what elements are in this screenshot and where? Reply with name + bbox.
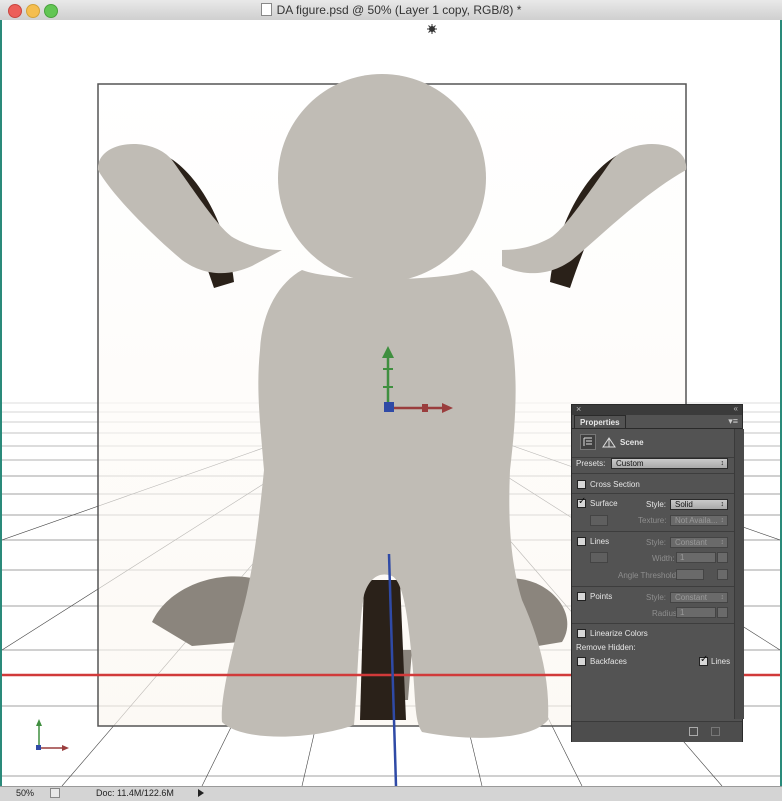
divider — [572, 473, 734, 474]
points-label: Points — [590, 592, 613, 601]
texture-label: Texture: — [638, 516, 667, 525]
points-style-dropdown[interactable]: Constant ↕ — [670, 592, 728, 603]
backfaces-label: Backfaces — [590, 657, 627, 666]
presets-dropdown[interactable]: Custom ↕ — [611, 458, 728, 469]
properties-panel[interactable]: × « Properties ▾≡ Scene Presets: Custom ↕… — [571, 404, 744, 742]
lines-width-label: Width: — [652, 554, 675, 563]
chevron-updown-icon: ↕ — [720, 517, 725, 524]
cross-section-label: Cross Section — [590, 480, 640, 489]
scene-label: Scene — [620, 438, 644, 447]
doc-size: Doc: 11.4M/122.6M — [96, 788, 174, 798]
divider — [572, 531, 734, 532]
tab-properties[interactable]: Properties — [574, 415, 626, 429]
axis-widget-icon[interactable] — [36, 719, 69, 751]
backfaces-checkbox[interactable] — [577, 657, 586, 666]
divider — [572, 586, 734, 587]
delete-icon[interactable] — [711, 727, 720, 736]
texture-value: Not Availa... — [675, 516, 718, 525]
points-style-label: Style: — [646, 593, 667, 602]
status-bar: 50% Doc: 11.4M/122.6M — [0, 786, 782, 801]
render-icon[interactable] — [689, 727, 698, 736]
panel-close-button[interactable]: × — [576, 404, 581, 414]
linearize-colors-checkbox[interactable] — [577, 629, 586, 638]
points-checkbox[interactable] — [577, 592, 586, 601]
presets-value: Custom — [616, 459, 644, 468]
title-bar: DA figure.psd @ 50% (Layer 1 copy, RGB/8… — [0, 0, 782, 21]
angle-threshold-field[interactable] — [676, 569, 704, 580]
texture-dropdown[interactable]: Not Availa... ↕ — [670, 515, 728, 526]
lines-width-stepper[interactable] — [717, 552, 728, 563]
lines-label: Lines — [590, 537, 610, 546]
points-style-value: Constant — [675, 593, 708, 602]
environment-icon[interactable] — [601, 434, 617, 450]
surface-style-label: Style: — [646, 500, 667, 509]
panel-scrollbar[interactable] — [734, 429, 744, 719]
panel-footer — [572, 721, 742, 742]
linearize-colors-label: Linearize Colors — [590, 629, 648, 638]
divider — [572, 623, 734, 624]
panel-collapse-button[interactable]: « — [734, 404, 738, 413]
surface-style-value: Solid — [675, 500, 693, 509]
panel-header: × « — [572, 404, 742, 415]
lines-width-field[interactable]: 1 — [676, 552, 716, 563]
hidden-lines-checkbox[interactable] — [699, 654, 708, 666]
chevron-updown-icon: ↕ — [720, 460, 725, 467]
lines-checkbox[interactable] — [577, 537, 586, 546]
surface-style-dropdown[interactable]: Solid ↕ — [670, 499, 728, 510]
points-radius-field[interactable]: 1 — [676, 607, 716, 618]
surface-label: Surface — [590, 499, 618, 508]
cross-section-checkbox[interactable] — [577, 480, 586, 489]
lines-color-swatch[interactable] — [590, 552, 608, 563]
window-title: DA figure.psd @ 50% (Layer 1 copy, RGB/8… — [276, 3, 522, 17]
lines-style-value: Constant — [675, 538, 708, 547]
angle-threshold-label: Angle Threshold: — [618, 571, 679, 580]
scene-icon[interactable] — [580, 434, 596, 450]
angle-threshold-stepper[interactable] — [717, 569, 728, 580]
lines-style-label: Style: — [646, 538, 667, 547]
export-icon[interactable] — [50, 788, 60, 798]
tab-divider — [572, 428, 742, 429]
document-canvas[interactable]: × « Properties ▾≡ Scene Presets: Custom ↕… — [0, 20, 782, 786]
remove-hidden-label: Remove Hidden: — [576, 643, 636, 652]
hidden-lines-label: Lines — [711, 657, 731, 666]
chevron-updown-icon: ↕ — [720, 501, 725, 508]
chevron-updown-icon: ↕ — [720, 594, 725, 601]
window-title-wrap: DA figure.psd @ 50% (Layer 1 copy, RGB/8… — [0, 3, 782, 17]
presets-label: Presets: — [576, 459, 606, 468]
zoom-level[interactable]: 50% — [16, 788, 34, 798]
light-icon[interactable] — [427, 24, 437, 34]
surface-checkbox[interactable] — [577, 496, 586, 508]
divider — [572, 493, 734, 494]
status-menu-arrow-icon[interactable] — [198, 789, 204, 797]
panel-menu-button[interactable]: ▾≡ — [728, 416, 738, 427]
chevron-updown-icon: ↕ — [720, 539, 725, 546]
points-radius-stepper[interactable] — [717, 607, 728, 618]
document-icon — [260, 3, 272, 16]
lines-style-dropdown[interactable]: Constant ↕ — [670, 537, 728, 548]
surface-color-swatch[interactable] — [590, 515, 608, 526]
